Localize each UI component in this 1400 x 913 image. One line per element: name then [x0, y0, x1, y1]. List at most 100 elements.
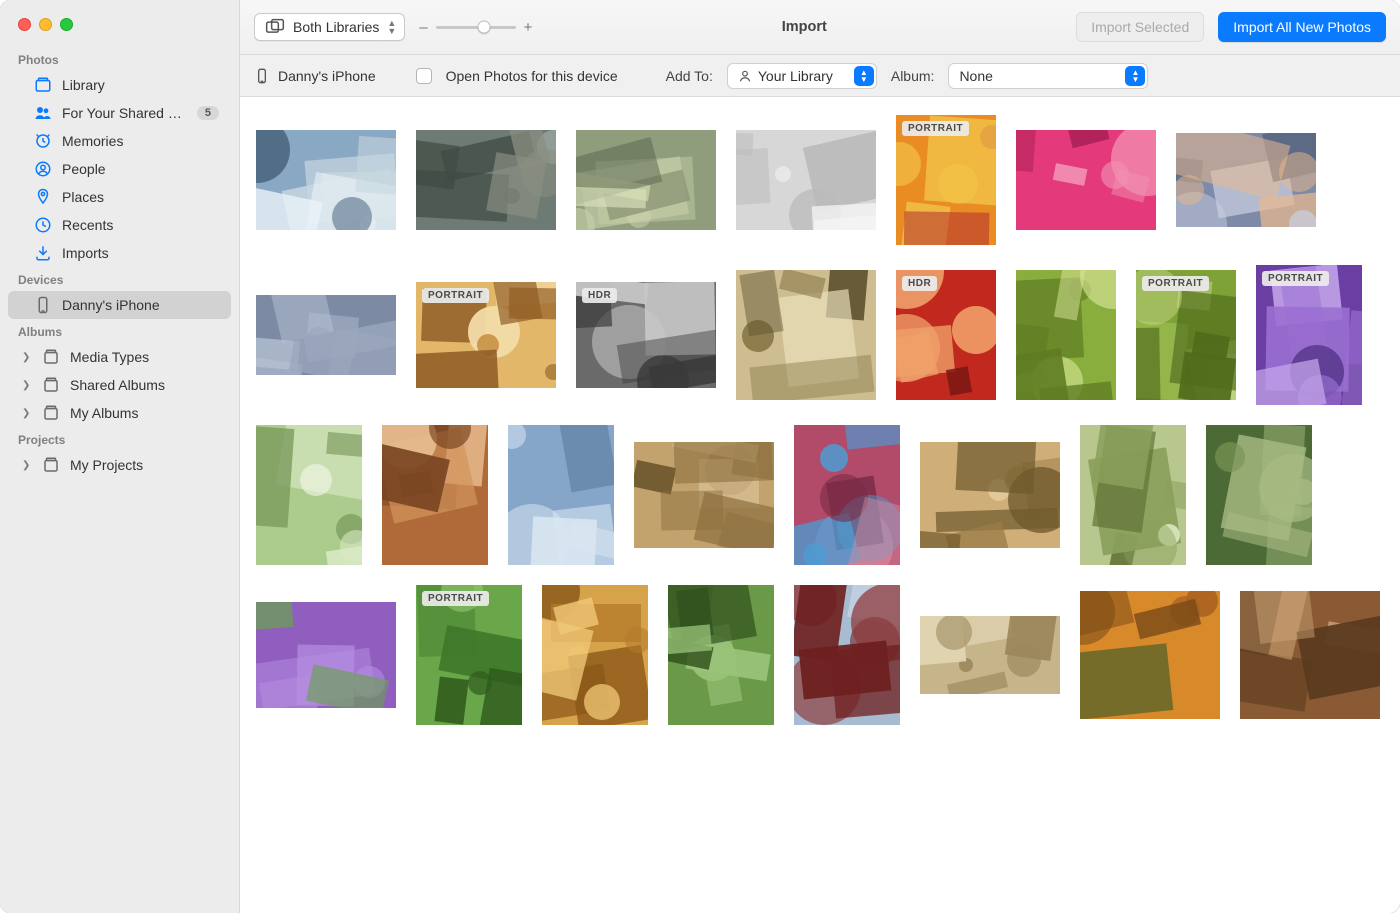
person-icon [738, 69, 752, 83]
zoom-window-button[interactable] [60, 18, 73, 31]
sidebar-item-memories[interactable]: Memories [8, 127, 231, 155]
photo-thumbnail[interactable] [576, 130, 716, 230]
sidebar-section-albums: Albums [0, 319, 239, 343]
photo-thumbnail[interactable] [1240, 591, 1380, 719]
sidebar-item-shared-albums[interactable]: ❯ Shared Albums [8, 371, 231, 399]
main-content: Both Libraries ▲▼ – + Import Import Sele… [240, 0, 1400, 913]
zoom-slider-knob[interactable] [477, 21, 490, 34]
sidebar-item-label: My Albums [70, 405, 219, 421]
zoom-control: – + [419, 19, 532, 36]
sidebar-item-label: Danny's iPhone [62, 297, 219, 313]
import-all-button[interactable]: Import All New Photos [1218, 12, 1386, 42]
photo-thumbnail[interactable] [382, 425, 488, 565]
photo-thumbnail[interactable] [256, 602, 396, 708]
people-two-icon [34, 104, 52, 122]
project-icon [42, 456, 60, 474]
library-icon [34, 76, 52, 94]
photo-thumbnail[interactable] [736, 270, 876, 400]
photo-thumbnail[interactable] [736, 130, 876, 230]
photo-thumbnail[interactable] [1176, 133, 1316, 227]
zoom-slider[interactable] [436, 26, 516, 29]
photo-thumbnail[interactable] [416, 130, 556, 230]
stepper-icon: ▲▼ [854, 66, 874, 86]
photo-badge: PORTRAIT [422, 288, 489, 303]
toolbar: Both Libraries ▲▼ – + Import Import Sele… [240, 0, 1400, 55]
photo-thumbnail[interactable] [256, 425, 362, 565]
chevron-right-icon: ❯ [22, 352, 32, 363]
pin-icon [34, 188, 52, 206]
sidebar-item-label: Shared Albums [70, 377, 219, 393]
sidebar-item-people[interactable]: People [8, 155, 231, 183]
iphone-icon [34, 296, 52, 314]
app-window: Photos Library For Your Shared Lib… 5 Me… [0, 0, 1400, 913]
photo-grid-scroll[interactable]: PORTRAIT PORTRAIT HDR HDR PORTRAIT PORTRAIT PO… [240, 97, 1400, 913]
photo-thumbnail[interactable]: PORTRAIT [416, 282, 556, 388]
sidebar-item-label: Places [62, 189, 219, 205]
photo-thumbnail[interactable]: HDR [896, 270, 996, 400]
photo-thumbnail[interactable] [920, 442, 1060, 548]
zoom-out-button[interactable]: – [419, 19, 427, 36]
sidebar-item-label: For Your Shared Lib… [62, 105, 187, 121]
sidebar-section-photos: Photos [0, 47, 239, 71]
sidebar-item-recents[interactable]: Recents [8, 211, 231, 239]
sidebar-section-devices: Devices [0, 267, 239, 291]
photo-thumbnail[interactable] [634, 442, 774, 548]
photo-thumbnail[interactable] [794, 425, 900, 565]
photo-thumbnail[interactable] [1016, 270, 1116, 400]
photo-thumbnail[interactable] [1080, 591, 1220, 719]
photo-thumbnail[interactable] [668, 585, 774, 725]
zoom-in-button[interactable]: + [524, 19, 533, 36]
sidebar-item-label: Memories [62, 133, 219, 149]
page-title: Import [546, 19, 1062, 35]
sidebar-item-label: Recents [62, 217, 219, 233]
minimize-window-button[interactable] [39, 18, 52, 31]
photo-thumbnail[interactable]: HDR [576, 282, 716, 388]
photo-thumbnail[interactable]: PORTRAIT [896, 115, 996, 245]
photo-thumbnail[interactable]: PORTRAIT [1256, 265, 1362, 405]
photo-thumbnail[interactable] [1080, 425, 1186, 565]
sidebar-item-shared-library[interactable]: For Your Shared Lib… 5 [8, 99, 231, 127]
memories-icon [34, 132, 52, 150]
photo-thumbnail[interactable] [920, 616, 1060, 694]
sidebar-badge: 5 [197, 106, 219, 120]
sidebar-item-media-types[interactable]: ❯ Media Types [8, 343, 231, 371]
photo-thumbnail[interactable]: PORTRAIT [1136, 270, 1236, 400]
photo-badge: HDR [582, 288, 617, 303]
sidebar-item-label: My Projects [70, 457, 219, 473]
album-label: Album: [891, 68, 935, 84]
open-photos-label: Open Photos for this device [446, 68, 618, 84]
sidebar-section-projects: Projects [0, 427, 239, 451]
photo-thumbnail[interactable] [508, 425, 614, 565]
sidebar-item-label: Library [62, 77, 219, 93]
sidebar-item-label: Media Types [70, 349, 219, 365]
album-icon [42, 376, 60, 394]
photo-thumbnail[interactable] [794, 585, 900, 725]
add-to-dropdown[interactable]: Your Library ▲▼ [727, 63, 877, 89]
sidebar-item-my-albums[interactable]: ❯ My Albums [8, 399, 231, 427]
photo-thumbnail[interactable] [256, 295, 396, 375]
photo-badge: PORTRAIT [902, 121, 969, 136]
stepper-icon: ▲▼ [1125, 66, 1145, 86]
photo-thumbnail[interactable] [542, 585, 648, 725]
sidebar: Photos Library For Your Shared Lib… 5 Me… [0, 0, 240, 913]
library-filter-selector[interactable]: Both Libraries ▲▼ [254, 13, 405, 41]
open-photos-checkbox[interactable] [416, 68, 432, 84]
album-dropdown[interactable]: None ▲▼ [948, 63, 1148, 89]
sidebar-item-my-projects[interactable]: ❯ My Projects [8, 451, 231, 479]
chevron-right-icon: ❯ [22, 408, 32, 419]
chevron-right-icon: ❯ [22, 460, 32, 471]
sidebar-item-device-iphone[interactable]: Danny's iPhone [8, 291, 231, 319]
photo-thumbnail[interactable] [256, 130, 396, 230]
iphone-icon [254, 65, 270, 87]
sidebar-item-library[interactable]: Library [8, 71, 231, 99]
sidebar-item-places[interactable]: Places [8, 183, 231, 211]
close-window-button[interactable] [18, 18, 31, 31]
photo-thumbnail[interactable]: PORTRAIT [416, 585, 522, 725]
photo-thumbnail[interactable] [1016, 130, 1156, 230]
photo-badge: PORTRAIT [1262, 271, 1329, 286]
import-down-icon [34, 244, 52, 262]
photo-thumbnail[interactable] [1206, 425, 1312, 565]
album-icon [42, 404, 60, 422]
sidebar-item-imports[interactable]: Imports [8, 239, 231, 267]
clock-icon [34, 216, 52, 234]
